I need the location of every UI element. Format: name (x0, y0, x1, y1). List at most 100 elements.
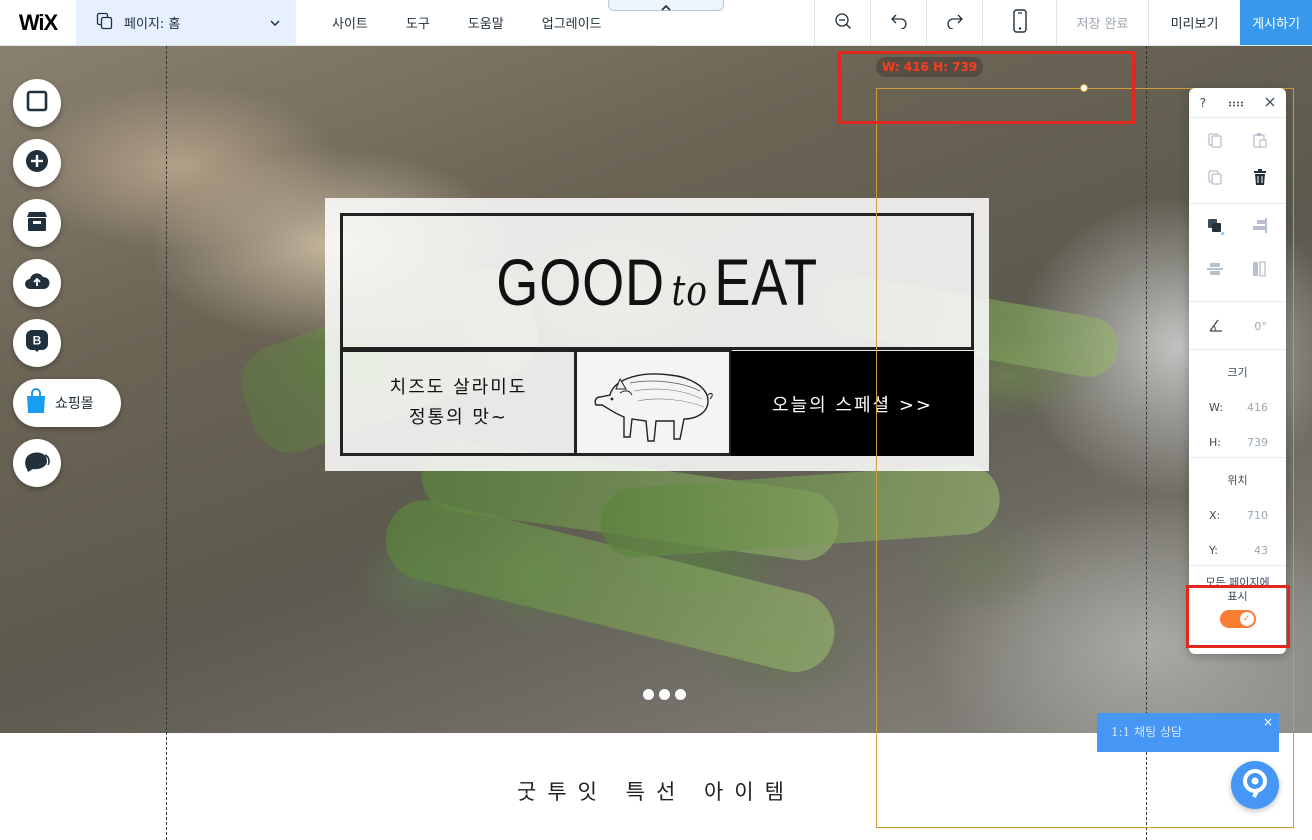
save-status: 저장 완료 (1056, 0, 1148, 45)
paste-button[interactable] (1240, 124, 1280, 160)
chat-bubble-text: 1:1 채팅 상담 (1111, 725, 1183, 739)
top-bar: WiX 페이지: 홈 사이트 도구 도움말 업그레이드 저장 완료 미리보기 게… (0, 0, 1312, 46)
height-label: H: (1209, 436, 1221, 449)
shopping-label: 쇼핑몰 (55, 396, 94, 412)
menu-help[interactable]: 도움말 (468, 13, 504, 32)
tagline-line-1: 치즈도 살라미도 (389, 376, 528, 398)
duplicate-icon (1207, 169, 1223, 189)
drag-handle-icon[interactable] (1228, 96, 1244, 110)
menu-upgrade[interactable]: 업그레이드 (542, 13, 602, 32)
rotation-value: 0° (1254, 319, 1267, 333)
blog-icon: B (25, 329, 49, 357)
trash-icon (1253, 168, 1267, 189)
banner-title: GOOD toEAT (496, 244, 818, 320)
rotation-field[interactable]: 0° (1193, 306, 1282, 346)
slideshow-dots (643, 689, 686, 700)
app-market-button[interactable] (13, 199, 61, 247)
copy-icon (1207, 132, 1223, 152)
x-field[interactable]: X: 710 (1189, 498, 1286, 533)
page-selector-label: 페이지: 홈 (124, 17, 181, 32)
mobile-icon (1012, 8, 1027, 37)
width-label: W: (1209, 401, 1223, 414)
background-button[interactable] (13, 79, 61, 127)
slide-dot[interactable] (675, 689, 686, 700)
topbar-tools: 저장 완료 미리보기 게시하기 (814, 0, 1312, 45)
tagline-line-2: 정통의 맛~ (408, 406, 509, 428)
svg-text:B: B (33, 334, 42, 348)
wix-editor: WiX 페이지: 홈 사이트 도구 도움말 업그레이드 저장 완료 미리보기 게… (0, 0, 1312, 840)
width-value[interactable]: 416 (1247, 401, 1268, 414)
height-value[interactable]: 739 (1247, 436, 1268, 449)
position-group: 위치 X: 710 Y: 43 (1189, 458, 1286, 566)
chevron-up-icon (661, 0, 671, 15)
chat-icon (23, 449, 51, 477)
rotate-group: 0° (1189, 302, 1286, 350)
add-icon (25, 149, 49, 177)
arrange-button[interactable] (1195, 210, 1235, 246)
match-size-button[interactable] (1240, 253, 1280, 289)
distribute-button[interactable] (1195, 253, 1235, 289)
paste-icon (1252, 132, 1268, 152)
undo-button[interactable] (870, 0, 926, 45)
arrange-icon (1206, 217, 1224, 239)
title-left: GOOD (496, 244, 665, 319)
rotate-icon (1208, 318, 1224, 335)
banner-tagline: 치즈도 살라미도 정통의 맛~ (340, 349, 577, 456)
title-script: to (671, 265, 708, 315)
redo-button[interactable] (926, 0, 982, 45)
height-field[interactable]: H: 739 (1189, 425, 1286, 460)
publish-button[interactable]: 게시하기 (1240, 0, 1312, 45)
copy-button[interactable] (1195, 124, 1235, 160)
arrange-group (1189, 204, 1286, 302)
shopping-button[interactable]: 쇼핑몰 (13, 379, 121, 427)
channel-talk-icon (1240, 767, 1270, 803)
zoom-out-button[interactable] (814, 0, 870, 45)
delete-button[interactable] (1240, 161, 1280, 197)
blog-button[interactable]: B (13, 319, 61, 367)
background-icon (26, 90, 48, 116)
chat-invite-bubble[interactable]: 1:1 채팅 상담 × (1097, 713, 1279, 752)
zoom-out-icon (834, 12, 852, 34)
left-toolbar: B 쇼핑몰 (13, 79, 121, 499)
close-icon[interactable] (1265, 96, 1275, 110)
page-selector[interactable]: 페이지: 홈 (76, 0, 296, 45)
chat-button[interactable] (13, 439, 61, 487)
slide-dot[interactable] (659, 689, 670, 700)
align-icon (1251, 217, 1269, 239)
chevron-down-icon (270, 15, 280, 30)
main-menu: 사이트 도구 도움말 업그레이드 (296, 0, 640, 45)
app-market-icon (25, 210, 49, 236)
chat-bubble-close-button[interactable]: × (1263, 715, 1273, 729)
width-field[interactable]: W: 416 (1189, 390, 1286, 425)
shopping-bag-icon (25, 388, 47, 418)
menu-site[interactable]: 사이트 (332, 13, 368, 32)
editor-canvas[interactable]: GOOD toEAT 치즈도 살라미도 정통의 맛~ 오늘의 스페셜 >> 굿투… (0, 46, 1312, 840)
pig-illustration (577, 349, 732, 456)
title-right: EAT (714, 244, 818, 319)
menu-tools[interactable]: 도구 (406, 13, 430, 32)
y-value[interactable]: 43 (1254, 544, 1268, 557)
mobile-view-button[interactable] (982, 0, 1056, 45)
y-field[interactable]: Y: 43 (1189, 533, 1286, 568)
add-element-button[interactable] (13, 139, 61, 187)
collapse-topbar-button[interactable] (608, 0, 724, 11)
layout-guide-left (166, 46, 167, 840)
help-button[interactable]: ? (1200, 96, 1206, 110)
size-label: 크기 (1227, 366, 1248, 379)
upload-icon (24, 271, 50, 295)
pages-icon (96, 12, 114, 34)
preview-button[interactable]: 미리보기 (1148, 0, 1240, 45)
redo-icon (946, 13, 964, 33)
align-button[interactable] (1240, 210, 1280, 246)
distribute-icon (1206, 260, 1224, 282)
slide-dot[interactable] (643, 689, 654, 700)
highlight-box (1186, 585, 1290, 648)
x-value[interactable]: 710 (1247, 509, 1268, 522)
duplicate-button[interactable] (1195, 161, 1235, 197)
clipboard-group (1189, 118, 1286, 204)
upload-button[interactable] (13, 259, 61, 307)
wix-logo[interactable]: WiX (0, 0, 76, 45)
x-label: X: (1209, 509, 1221, 522)
highlight-box (838, 51, 1135, 124)
chat-launcher-button[interactable] (1231, 761, 1279, 809)
